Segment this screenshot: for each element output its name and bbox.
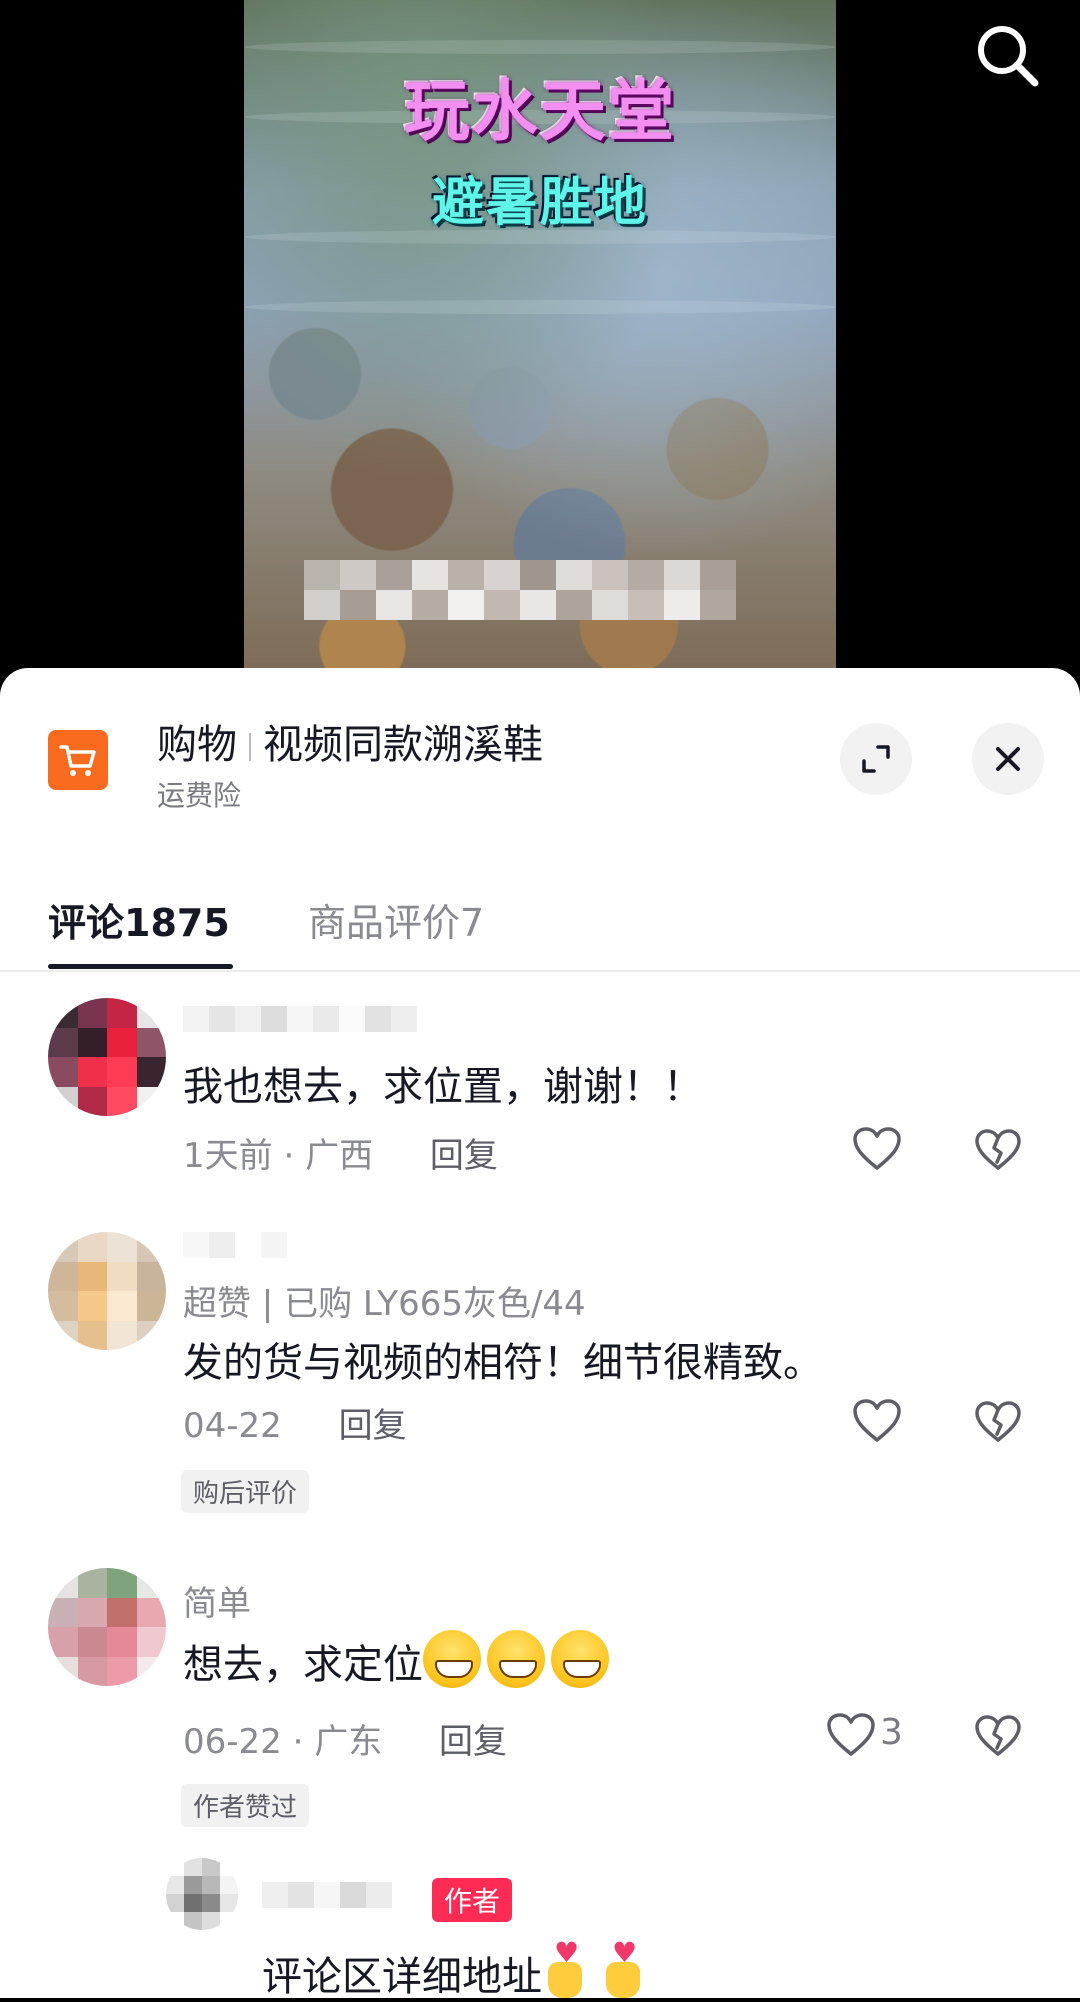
comment-text: 想去，求定位 [183,1630,615,1690]
username-blurred[interactable] [183,1232,287,1258]
search-icon [978,26,1039,87]
reply-button[interactable]: 回复 [339,1406,407,1446]
avatar[interactable] [48,998,166,1116]
product-name: 视频同款溯溪鞋 [263,722,543,768]
comment-time: 1天前 [183,1136,273,1176]
shop-title[interactable]: 购物 视频同款溯溪鞋 [157,712,543,770]
heart-icon [853,1127,901,1170]
video-title-overlay: 玩水天堂 [404,73,676,150]
comment-location: 广东 [314,1722,383,1762]
shipping-insurance-label: 运费险 [157,779,242,812]
author-badge: 作者 [432,1878,513,1922]
comment-time: 04-22 [183,1406,282,1446]
comment-username[interactable]: 简单 [183,1576,251,1625]
reply-avatar[interactable] [166,1858,238,1930]
shopping-banner[interactable]: 购物 视频同款溯溪鞋 运费险 [0,668,1080,818]
comment-meta: 04-22 回复 [183,1398,407,1447]
finger-heart-emoji-icon [600,1936,646,2000]
finger-heart-emoji-icon [542,1936,588,2000]
expand-icon [862,745,890,773]
expand-button[interactable] [840,723,912,795]
dislike-button[interactable] [974,1400,1022,1448]
comment-text: 我也想去，求位置，谢谢！！ [183,1064,703,1110]
grin-emoji-icon [423,1630,481,1688]
close-icon [996,747,1020,771]
separator-dot: · [292,1722,315,1762]
post-purchase-tag: 购后评价 [181,1470,310,1513]
username-blurred[interactable] [183,1006,417,1032]
comment-meta: 06-22 · 广东 回复 [183,1714,507,1763]
avatar[interactable] [48,1232,166,1350]
like-button[interactable] [852,1126,902,1176]
dislike-button[interactable] [974,1714,1022,1762]
video-subtitle-overlay: 避暑胜地 [431,173,648,233]
broken-heart-icon [975,1401,1021,1442]
comment-time: 06-22 [183,1722,282,1762]
search-button[interactable] [972,20,1042,90]
tab-comments[interactable]: 评论1875 [48,892,230,947]
grin-emoji-icon [551,1630,609,1688]
broken-heart-icon [975,1715,1021,1756]
mosaic-blur [304,560,744,620]
like-button[interactable] [852,1398,902,1448]
purchase-info: 超赞 | 已购 LY665灰色/44 [183,1284,586,1324]
comment-meta: 1天前 · 广西 回复 [183,1128,498,1177]
heart-icon [827,1713,875,1756]
shopping-cart-icon[interactable] [48,730,108,790]
grin-emoji-icon [487,1630,545,1688]
divider [249,733,251,761]
comment-location: 广西 [305,1136,374,1176]
close-button[interactable] [972,723,1044,795]
dislike-button[interactable] [974,1128,1022,1176]
divider [0,970,1080,972]
shop-category: 购物 [157,722,237,768]
reply-button[interactable]: 回复 [430,1136,498,1176]
reply-text: 评论区详细地址 [262,1936,658,2002]
broken-heart-icon [975,1129,1021,1170]
video-player[interactable]: 玩水天堂 避暑胜地 [0,0,1080,680]
comment-sheet: 购物 视频同款溯溪鞋 运费险 评论1875 商品评价7 我也想去，求位置，谢谢！… [0,668,1080,2000]
avatar[interactable] [48,1568,166,1686]
like-button[interactable] [826,1712,876,1762]
reply-button[interactable]: 回复 [439,1722,507,1762]
comment-text: 发的货与视频的相符！细节很精致。 [183,1340,823,1386]
author-liked-tag: 作者赞过 [181,1784,310,1827]
tab-bar: 评论1875 商品评价7 [0,868,1080,972]
reply-username-blurred[interactable] [262,1882,392,1908]
video-frame: 玩水天堂 避暑胜地 [244,0,836,680]
active-tab-indicator [48,964,233,969]
like-count: 3 [880,1712,903,1753]
heart-icon [853,1399,901,1442]
tab-product-reviews[interactable]: 商品评价7 [308,892,484,947]
separator-dot: · [283,1136,306,1176]
